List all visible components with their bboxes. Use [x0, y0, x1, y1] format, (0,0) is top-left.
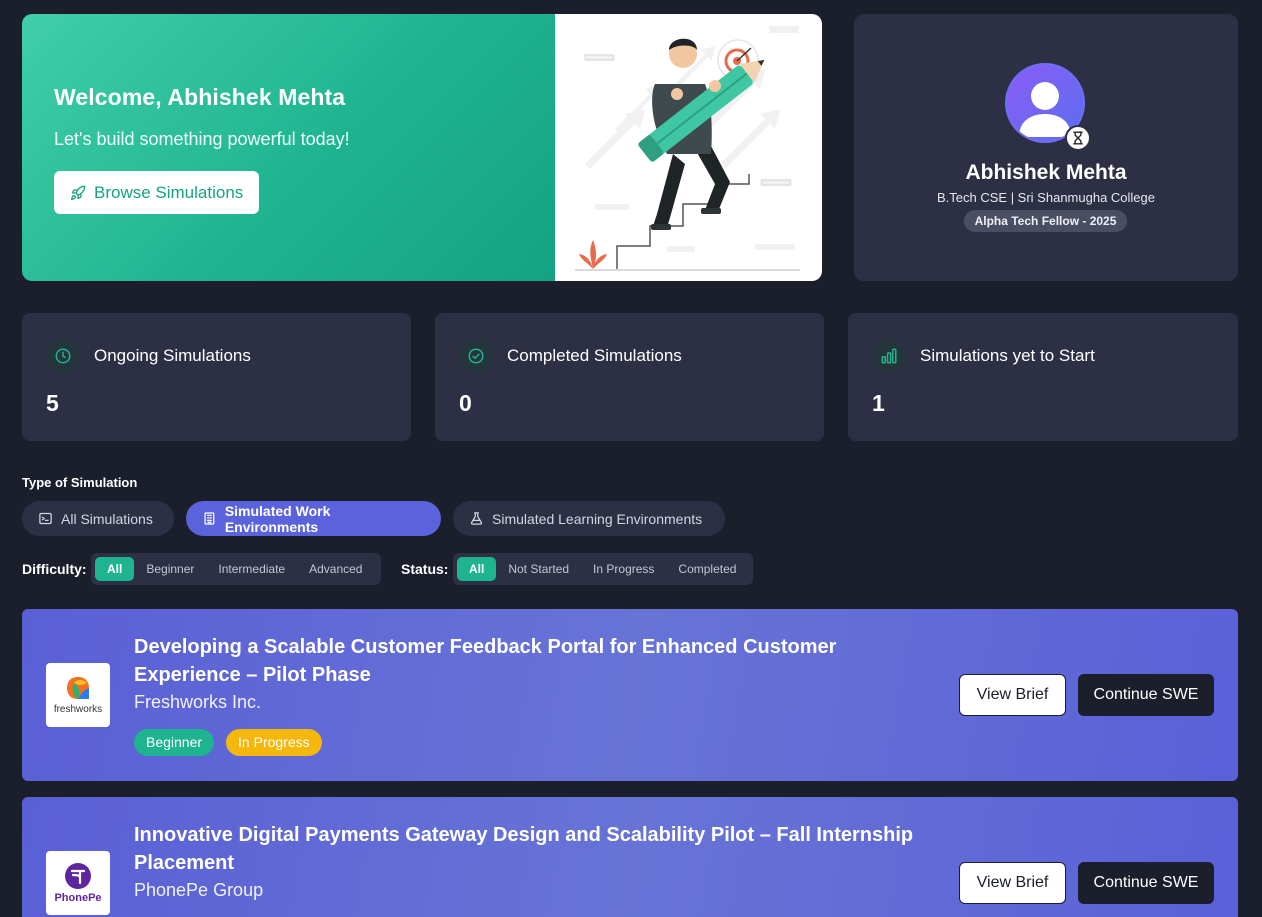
type-of-simulation-label: Type of Simulation [22, 475, 138, 490]
status-filter: All Not Started In Progress Completed [453, 553, 753, 585]
terminal-icon [39, 512, 52, 525]
difficulty-option-all[interactable]: All [95, 557, 135, 581]
status-label: Status: [401, 561, 449, 577]
status-option-completed[interactable]: Completed [666, 557, 748, 581]
status-option-not-started[interactable]: Not Started [496, 557, 581, 581]
browse-simulations-label: Browse Simulations [94, 182, 244, 202]
view-brief-button[interactable]: View Brief [959, 862, 1066, 904]
welcome-subtitle: Let's build something powerful today! [54, 129, 350, 149]
status-option-in-progress[interactable]: In Progress [581, 557, 666, 581]
simulation-title: Developing a Scalable Customer Feedback … [134, 636, 837, 686]
fellowship-badge: Alpha Tech Fellow - 2025 [964, 210, 1127, 232]
welcome-title: Welcome, Abhishek Mehta [54, 84, 346, 110]
simulation-tags: Beginner In Progress [134, 729, 322, 756]
view-brief-button[interactable]: View Brief [959, 674, 1066, 716]
stat-value: 5 [46, 390, 59, 416]
continue-swe-button[interactable]: Continue SWE [1078, 674, 1214, 716]
difficulty-option-advanced[interactable]: Advanced [297, 557, 374, 581]
profile-card: Abhishek Mehta B.Tech CSE | Sri Shanmugh… [854, 14, 1238, 281]
tab-simulated-work-environments[interactable]: Simulated Work Environments [186, 501, 441, 536]
phonepe-logo-icon [65, 863, 91, 889]
company-name: PhonePe Group [134, 880, 264, 900]
continue-swe-button[interactable]: Continue SWE [1078, 862, 1214, 904]
check-circle-icon [459, 339, 493, 373]
stat-value: 0 [459, 390, 472, 416]
stat-card-completed: Completed Simulations 0 [435, 313, 824, 441]
difficulty-option-beginner[interactable]: Beginner [134, 557, 206, 581]
company-logo-text: PhonePe [54, 892, 102, 904]
simulation-title: Innovative Digital Payments Gateway Desi… [134, 824, 914, 874]
building-icon [204, 512, 215, 525]
stat-value: 1 [872, 390, 885, 416]
profile-education: B.Tech CSE | Sri Shanmugha College [937, 190, 1155, 205]
tab-label: Simulated Work Environments [224, 502, 331, 535]
welcome-banner: Welcome, Abhishek Mehta Let's build some… [22, 14, 822, 281]
tab-simulated-learning-environments[interactable]: Simulated Learning Environments [453, 501, 725, 536]
status-badge: In Progress [226, 729, 322, 756]
company-logo-text: freshworks [53, 704, 103, 715]
browse-simulations-button[interactable]: Browse Simulations [54, 171, 260, 214]
hero-illustration [555, 14, 822, 281]
clock-icon [46, 339, 80, 373]
freshworks-logo-icon [67, 677, 89, 699]
difficulty-badge: Beginner [134, 729, 215, 756]
stat-label: Ongoing Simulations [94, 346, 251, 365]
company-name: Freshworks Inc. [134, 692, 262, 712]
difficulty-option-intermediate[interactable]: Intermediate [206, 557, 297, 581]
avatar-container[interactable] [1005, 63, 1091, 151]
tab-all-simulations[interactable]: All Simulations [22, 501, 174, 536]
simulation-card: PhonePe Innovative Digital Payments Gate… [22, 797, 1238, 917]
difficulty-filter: All Beginner Intermediate Advanced [91, 553, 381, 585]
hourglass-icon [1065, 125, 1091, 151]
stat-label: Completed Simulations [507, 346, 682, 365]
difficulty-label: Difficulty: [22, 561, 87, 577]
stat-card-ongoing: Ongoing Simulations 5 [22, 313, 411, 441]
company-logo: freshworks [46, 663, 110, 727]
flask-icon [470, 512, 483, 525]
profile-name: Abhishek Mehta [965, 161, 1127, 184]
stat-card-yet-to-start: Simulations yet to Start 1 [848, 313, 1238, 441]
rocket-icon [71, 185, 86, 200]
tab-label: All Simulations [61, 510, 153, 527]
bar-chart-icon [872, 339, 906, 373]
status-option-all[interactable]: All [457, 557, 497, 581]
welcome-panel: Welcome, Abhishek Mehta Let's build some… [22, 14, 555, 281]
tab-label: Simulated Learning Environments [492, 510, 703, 527]
company-logo: PhonePe [46, 851, 110, 915]
stat-label: Simulations yet to Start [920, 346, 1095, 365]
climbing-man-illustration [575, 26, 800, 271]
simulation-card: freshworks Developing a Scalable Custome… [22, 609, 1238, 781]
